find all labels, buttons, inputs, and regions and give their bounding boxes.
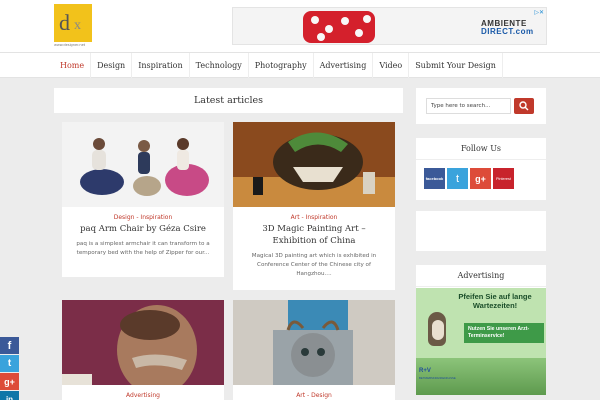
ad-cta-box: Nutzen Sie unseren Arzt-Terminservice! — [464, 323, 544, 343]
armchair-photo — [80, 138, 209, 196]
advertising-widget: Advertising Pfeifen Sie auf lange Wartez… — [416, 265, 546, 395]
logo-mark[interactable]: d x — [54, 4, 92, 42]
article-card[interactable]: Art - Inspiration 3D Magic Painting Art … — [233, 122, 395, 290]
share-linkedin-icon[interactable]: in — [0, 391, 19, 400]
article-card[interactable]: Art - Design — [233, 300, 395, 400]
nav-item-home[interactable]: Home — [54, 53, 92, 78]
nav-item-video[interactable]: Video — [373, 53, 410, 78]
advertising-title: Advertising — [416, 265, 546, 287]
social-icons: facebook t g+ Pinterest — [424, 168, 546, 189]
article-category[interactable]: Art - Inspiration — [233, 214, 395, 221]
twitter-icon[interactable]: t — [447, 168, 468, 189]
empty-widget — [416, 211, 546, 251]
site-logo[interactable]: d x www.designer.net — [54, 4, 92, 48]
ad-choices-icon[interactable]: ▷✕ — [534, 9, 544, 16]
ad-logo: R+V — [419, 368, 431, 374]
article-card[interactable]: Design - Inspiration paq Arm Chair by Gé… — [62, 122, 224, 277]
latest-articles-header: Latest articles — [54, 88, 403, 113]
follow-us-title: Follow Us — [416, 138, 546, 160]
nav-item-technology[interactable]: Technology — [190, 53, 249, 78]
share-twitter-icon[interactable]: t — [0, 355, 19, 372]
dinosaur-painting — [233, 122, 395, 207]
logo-letter-d: d — [59, 10, 70, 35]
article-card[interactable]: Advertising — [62, 300, 224, 400]
banner-pillow-image — [303, 11, 375, 43]
follow-us-widget: Follow Us facebook t g+ Pinterest — [416, 138, 546, 200]
googleplus-icon[interactable]: g+ — [470, 168, 491, 189]
nav-item-submit-your-design[interactable]: Submit Your Design — [409, 53, 503, 78]
header-banner-ad[interactable]: AMBIENTE DIRECT.com ▷✕ — [232, 7, 547, 45]
search-input[interactable] — [426, 98, 511, 114]
main-nav: Home Design Inspiration Technology Photograp… — [0, 52, 600, 78]
logo-tagline: www.designer.net — [54, 43, 86, 47]
banner-brand: AMBIENTE DIRECT.com — [481, 20, 534, 36]
banner-brand-domain: DIRECT.com — [481, 27, 534, 36]
nav-item-advertising[interactable]: Advertising — [314, 53, 374, 78]
share-googleplus-icon[interactable]: g+ — [0, 373, 19, 390]
nav-item-inspiration[interactable]: Inspiration — [132, 53, 190, 78]
article-title[interactable]: paq Arm Chair by Géza Csire — [70, 223, 216, 235]
nav-item-photography[interactable]: Photography — [249, 53, 314, 78]
search-icon — [519, 101, 529, 111]
article-category[interactable]: Design - Inspiration — [62, 214, 224, 221]
nav-list: Home Design Inspiration Technology Photograp… — [54, 53, 503, 78]
facebook-icon[interactable]: facebook — [424, 168, 445, 189]
ad-small-text: BETRIEBSKRANKENKASSE — [419, 376, 456, 380]
article-title[interactable]: 3D Magic Painting Art – Exhibition of Ch… — [241, 223, 387, 247]
article-image[interactable] — [62, 122, 224, 207]
share-facebook-icon[interactable]: f — [0, 337, 19, 354]
article-image[interactable] — [233, 122, 395, 207]
ad-headline: Pfeifen Sie auf lange Wartezeiten! — [458, 292, 532, 310]
face-ad-photo — [62, 300, 224, 385]
search-widget — [416, 88, 546, 124]
nav-item-design[interactable]: Design — [91, 53, 133, 78]
pinterest-icon[interactable]: Pinterest — [493, 168, 514, 189]
article-image[interactable] — [62, 300, 224, 385]
site-header: d x www.designer.net AMBIENTE DIRECT.com… — [0, 0, 600, 52]
cat-bag-photo — [233, 300, 395, 385]
article-excerpt: Magical 3D painting art which is exhibit… — [251, 253, 377, 277]
article-excerpt: paq is a simplest armchair it can transf… — [76, 241, 210, 256]
section-title: Latest articles — [193, 95, 264, 106]
article-category[interactable]: Art - Design — [233, 392, 395, 399]
logo-letter-x: x — [74, 18, 81, 33]
search-button[interactable] — [514, 98, 534, 114]
sidebar-ad-banner[interactable]: Pfeifen Sie auf lange Wartezeiten! Nutze… — [416, 288, 546, 395]
article-category[interactable]: Advertising — [62, 392, 224, 399]
ad-bird-image — [428, 312, 446, 346]
article-image[interactable] — [233, 300, 395, 385]
floating-share-bar: f t g+ in — [0, 337, 19, 400]
